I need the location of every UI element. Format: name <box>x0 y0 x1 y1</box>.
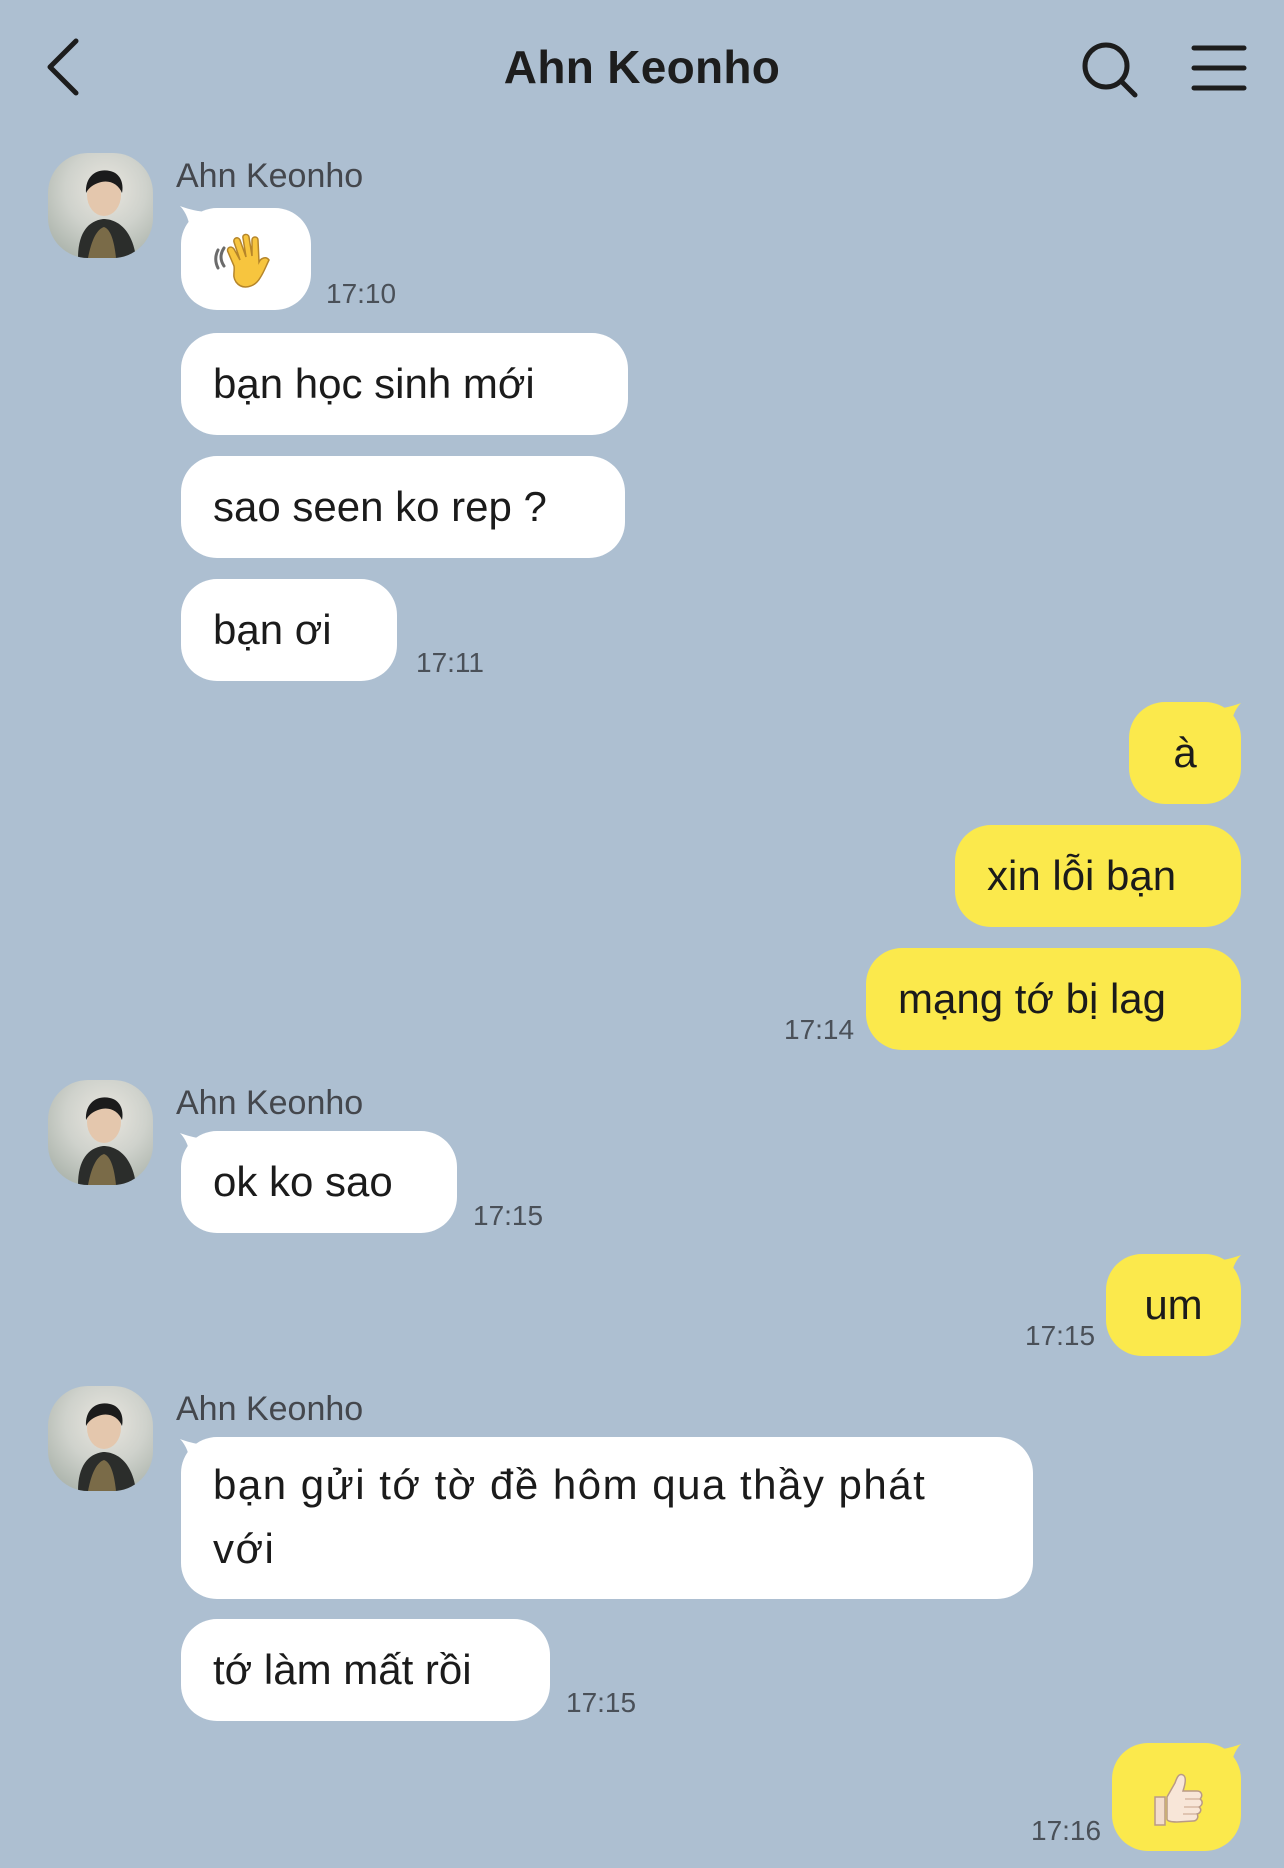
message-time: 17:11 <box>416 647 484 678</box>
sender-name: Ahn Keonho <box>176 157 364 195</box>
chat-screen: Ahn Keonho Ahn Keonho 17:10 bạn học sinh… <box>0 0 1284 1868</box>
hamburger-menu-icon <box>1191 45 1247 91</box>
message-bubble-sent[interactable]: xin lỗi bạn <box>955 825 1241 927</box>
message-time: 17:15 <box>473 1200 544 1231</box>
message-bubble[interactable]: bạn học sinh mới <box>181 333 628 435</box>
message-time: 17:14 <box>784 1014 855 1045</box>
avatar[interactable] <box>48 1386 153 1491</box>
message-bubble-sent[interactable]: mạng tớ bị lag <box>866 948 1241 1050</box>
message-bubble[interactable]: tớ làm mất rồi <box>181 1619 550 1721</box>
message-time: 17:10 <box>326 278 397 309</box>
avatar-photo <box>78 170 136 258</box>
message-bubble[interactable]: sao seen ko rep ? <box>181 456 625 558</box>
message-bubble[interactable]: bạn gửi tớ tờ đề hôm qua thầy phát với <box>181 1437 1033 1599</box>
avatar[interactable] <box>48 153 153 258</box>
message-time: 17:16 <box>1031 1815 1102 1846</box>
menu-button[interactable] <box>1190 40 1250 96</box>
sender-name: Ahn Keonho <box>176 1390 364 1428</box>
thumbs-up-emoji <box>1147 1769 1207 1831</box>
message-bubble-wave[interactable] <box>181 208 311 310</box>
sender-name: Ahn Keonho <box>176 1084 364 1122</box>
avatar-photo <box>78 1097 136 1185</box>
search-icon <box>1082 42 1138 98</box>
message-time: 17:15 <box>1025 1320 1096 1351</box>
chat-header: Ahn Keonho <box>0 0 1284 140</box>
message-bubble-sent[interactable]: à <box>1129 702 1241 804</box>
message-time: 17:15 <box>566 1687 637 1718</box>
waving-hand-emoji <box>214 230 278 294</box>
message-bubble[interactable]: bạn ơi <box>181 579 397 681</box>
avatar-photo <box>78 1403 136 1491</box>
message-bubble-sent-thumbs[interactable] <box>1112 1743 1241 1851</box>
message-bubble[interactable]: ok ko sao <box>181 1131 457 1233</box>
search-button[interactable] <box>1080 40 1140 100</box>
avatar[interactable] <box>48 1080 153 1185</box>
message-bubble-sent[interactable]: um <box>1106 1254 1241 1356</box>
